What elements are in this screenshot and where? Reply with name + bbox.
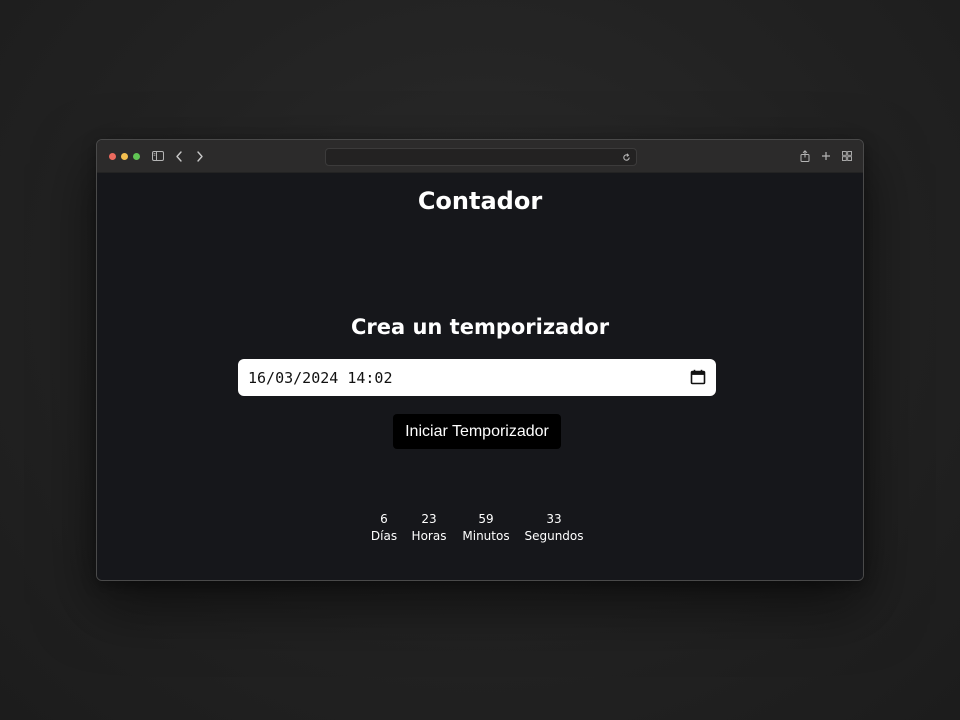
timer-form-heading: Crea un temporizador: [350, 315, 610, 339]
start-timer-button[interactable]: Iniciar Temporizador: [393, 414, 561, 449]
maximize-window-button[interactable]: [133, 153, 140, 160]
countdown-display: 6 Días 23 Horas 59 Minutos 33 Segundos: [97, 511, 863, 551]
hours-value: 23: [421, 512, 437, 526]
chevron-left-icon[interactable]: [172, 149, 186, 163]
close-window-button[interactable]: [109, 153, 116, 160]
page-title: Contador: [417, 187, 543, 215]
datetime-input[interactable]: 16/03/2024 14:02: [238, 359, 716, 396]
browser-window: Contador Crea un temporizador 16/03/2024…: [96, 139, 864, 581]
tab-grid-icon[interactable]: [840, 149, 854, 163]
minimize-window-button[interactable]: [121, 153, 128, 160]
countdown-seconds: 33 Segundos: [523, 511, 585, 545]
address-bar[interactable]: [325, 148, 637, 166]
minutes-value: 59: [478, 512, 494, 526]
minutes-label: Minutos: [462, 529, 510, 543]
share-icon[interactable]: [798, 149, 812, 163]
chevron-right-icon[interactable]: [193, 149, 207, 163]
seconds-value: 33: [546, 512, 562, 526]
calendar-icon[interactable]: [690, 369, 706, 385]
sidebar-icon[interactable]: [151, 149, 165, 163]
plus-icon[interactable]: [819, 149, 833, 163]
seconds-label: Segundos: [524, 529, 584, 543]
countdown-hours: 23 Horas: [410, 511, 448, 545]
countdown-minutes: 59 Minutos: [459, 511, 513, 545]
countdown-days: 6 Días: [369, 511, 399, 545]
datetime-value: 16/03/2024 14:02: [248, 369, 393, 387]
hours-label: Horas: [411, 529, 447, 543]
reload-icon[interactable]: [620, 151, 632, 163]
days-label: Días: [370, 529, 398, 543]
days-value: 6: [380, 512, 388, 526]
page-content: Contador Crea un temporizador 16/03/2024…: [97, 173, 863, 580]
browser-titlebar: [97, 140, 863, 173]
